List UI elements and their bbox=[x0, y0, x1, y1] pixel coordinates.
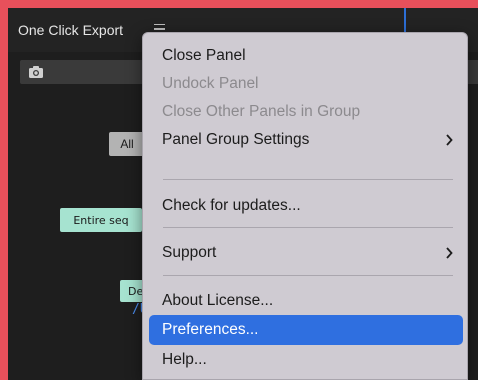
menu-item-label: Preferences... bbox=[162, 321, 259, 338]
camera-icon[interactable] bbox=[28, 65, 44, 79]
menu-item-label: Support bbox=[162, 244, 217, 261]
menu-item-close-other-panels: Close Other Panels in Group bbox=[149, 97, 463, 127]
menu-item-undock-panel: Undock Panel bbox=[149, 69, 463, 99]
menu-item-label: Undock Panel bbox=[162, 75, 259, 92]
menu-item-check-updates[interactable]: Check for updates... bbox=[149, 191, 463, 221]
panel-title: One Click Export bbox=[18, 22, 124, 38]
menu-separator bbox=[163, 179, 453, 180]
chevron-right-icon bbox=[446, 247, 453, 259]
menu-item-close-panel[interactable]: Close Panel bbox=[149, 41, 463, 71]
menu-item-label: Check for updates... bbox=[162, 197, 301, 214]
menu-item-label: Close Panel bbox=[162, 47, 246, 64]
chevron-right-icon bbox=[446, 134, 453, 146]
menu-item-preferences[interactable]: Preferences... bbox=[149, 315, 463, 345]
menu-item-help[interactable]: Help... bbox=[149, 345, 463, 375]
menu-item-label: Panel Group Settings bbox=[162, 131, 310, 148]
all-button[interactable]: All bbox=[109, 132, 145, 156]
menu-separator bbox=[163, 227, 453, 228]
menu-item-label: Help... bbox=[162, 351, 207, 368]
panel-context-menu: Close Panel Undock Panel Close Other Pan… bbox=[142, 32, 468, 380]
menu-item-about-license[interactable]: About License... bbox=[149, 286, 463, 316]
entire-sequence-button[interactable]: Entire seq bbox=[60, 208, 142, 232]
menu-item-label: About License... bbox=[162, 292, 274, 309]
menu-item-support[interactable]: Support bbox=[149, 238, 463, 268]
menu-separator bbox=[163, 275, 453, 276]
menu-item-label: Close Other Panels in Group bbox=[162, 103, 361, 120]
menu-item-panel-group-settings[interactable]: Panel Group Settings bbox=[149, 125, 463, 155]
